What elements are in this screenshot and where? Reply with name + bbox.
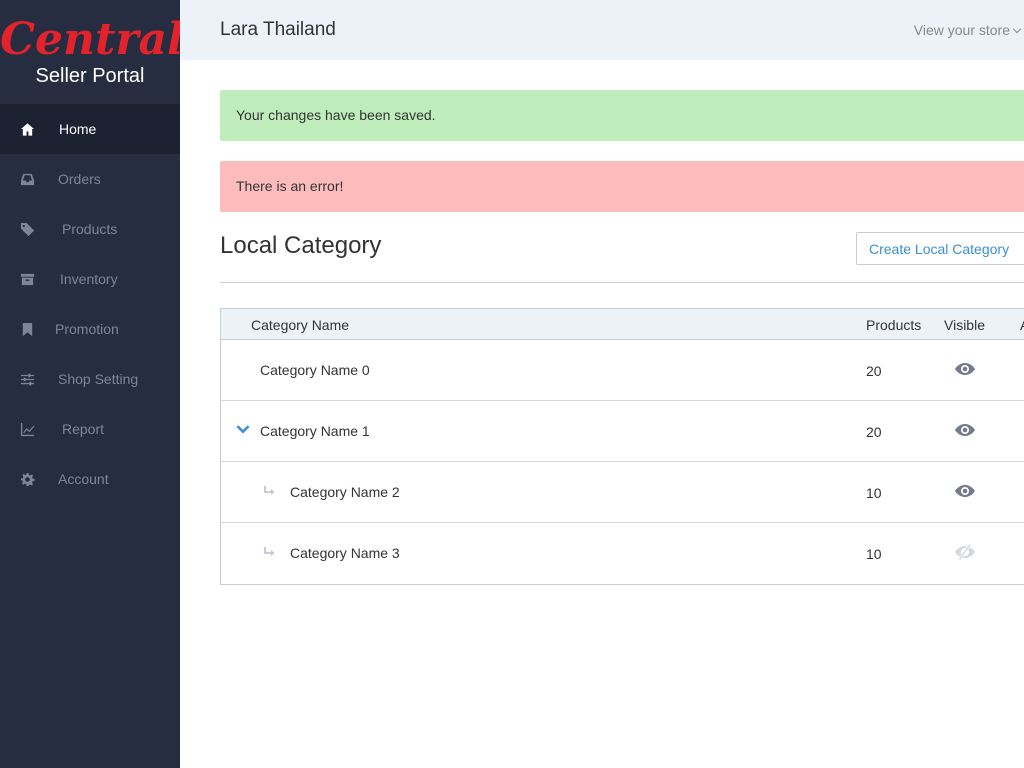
- visibility-toggle[interactable]: [954, 360, 976, 381]
- sliders-icon: [19, 371, 35, 387]
- archive-icon: [19, 271, 35, 287]
- page-title: Local Category: [220, 232, 382, 259]
- eye-icon: [955, 363, 975, 375]
- top-bar: Lara Thailand View your store: [180, 0, 1024, 60]
- sidebar-item-label: Inventory: [60, 271, 118, 287]
- gear-icon: [19, 471, 35, 487]
- sidebar-item-label: Home: [59, 121, 97, 137]
- category-name[interactable]: Category Name 3: [290, 545, 400, 561]
- sidebar-item-products[interactable]: Products: [0, 204, 180, 254]
- sidebar-item-label: Account: [58, 471, 109, 487]
- category-table: Category Name Products Visible A Categor…: [220, 308, 1024, 585]
- sidebar-item-home[interactable]: Home: [0, 104, 180, 154]
- column-header-name[interactable]: Category Name: [251, 317, 349, 333]
- logo-brand: Central: [0, 14, 184, 65]
- table-row[interactable]: Category Name 1 20: [221, 401, 1024, 462]
- subcategory-arrow-icon: [263, 484, 277, 501]
- visibility-toggle[interactable]: [954, 421, 976, 442]
- table-row[interactable]: Category Name 2 10: [221, 462, 1024, 523]
- sidebar-item-shop-setting[interactable]: Shop Setting: [0, 354, 180, 404]
- sidebar-item-inventory[interactable]: Inventory: [0, 254, 180, 304]
- sidebar-nav: Home Orders Products Inventory Promotion: [0, 104, 180, 504]
- error-alert: There is an error!: [220, 161, 1024, 212]
- chevron-down-icon[interactable]: [235, 423, 251, 439]
- sidebar-item-label: Orders: [58, 171, 101, 187]
- column-header-action: A: [1020, 317, 1024, 333]
- product-count: 20: [866, 424, 882, 440]
- column-header-products[interactable]: Products: [866, 317, 921, 333]
- table-row[interactable]: Category Name 3 10: [221, 523, 1024, 584]
- product-count: 10: [866, 546, 882, 562]
- subcategory-arrow-icon: [263, 545, 277, 562]
- inbox-icon: [19, 171, 35, 187]
- create-local-category-button[interactable]: Create Local Category: [856, 232, 1024, 265]
- eye-slash-icon: [955, 543, 975, 561]
- sidebar-item-orders[interactable]: Orders: [0, 154, 180, 204]
- view-store-label: View your store: [913, 22, 1010, 38]
- column-header-visible[interactable]: Visible: [944, 317, 985, 333]
- sidebar-item-label: Promotion: [55, 321, 119, 337]
- bookmark-icon: [19, 321, 35, 337]
- sidebar-item-account[interactable]: Account: [0, 454, 180, 504]
- visibility-toggle[interactable]: [954, 482, 976, 503]
- eye-icon: [955, 485, 975, 497]
- sidebar-item-label: Products: [62, 221, 118, 237]
- sidebar-item-label: Report: [62, 421, 105, 437]
- category-name[interactable]: Category Name 2: [290, 484, 400, 500]
- product-count: 20: [866, 363, 882, 379]
- logo-subtitle: Seller Portal: [35, 65, 145, 87]
- sidebar-item-promotion[interactable]: Promotion: [0, 304, 180, 354]
- table-row[interactable]: Category Name 0 20: [221, 340, 1024, 401]
- table-header: Category Name Products Visible A: [221, 309, 1024, 340]
- category-name[interactable]: Category Name 0: [260, 362, 370, 378]
- logo[interactable]: Central Seller Portal: [0, 0, 184, 104]
- divider: [220, 282, 1024, 283]
- home-icon: [19, 121, 35, 137]
- product-count: 10: [866, 485, 882, 501]
- eye-icon: [955, 424, 975, 436]
- store-name: Lara Thailand: [220, 19, 336, 40]
- chevron-down-icon: [1012, 24, 1022, 34]
- view-store-dropdown[interactable]: View your store: [913, 22, 1022, 38]
- success-alert: Your changes have been saved.: [220, 90, 1024, 141]
- sidebar: Central Seller Portal Home Orders Produc…: [0, 0, 184, 768]
- visibility-toggle[interactable]: [954, 543, 976, 564]
- line-chart-icon: [19, 421, 35, 437]
- tag-icon: [19, 221, 35, 237]
- sidebar-item-label: Shop Setting: [58, 371, 139, 387]
- category-name[interactable]: Category Name 1: [260, 423, 370, 439]
- sidebar-item-report[interactable]: Report: [0, 404, 180, 454]
